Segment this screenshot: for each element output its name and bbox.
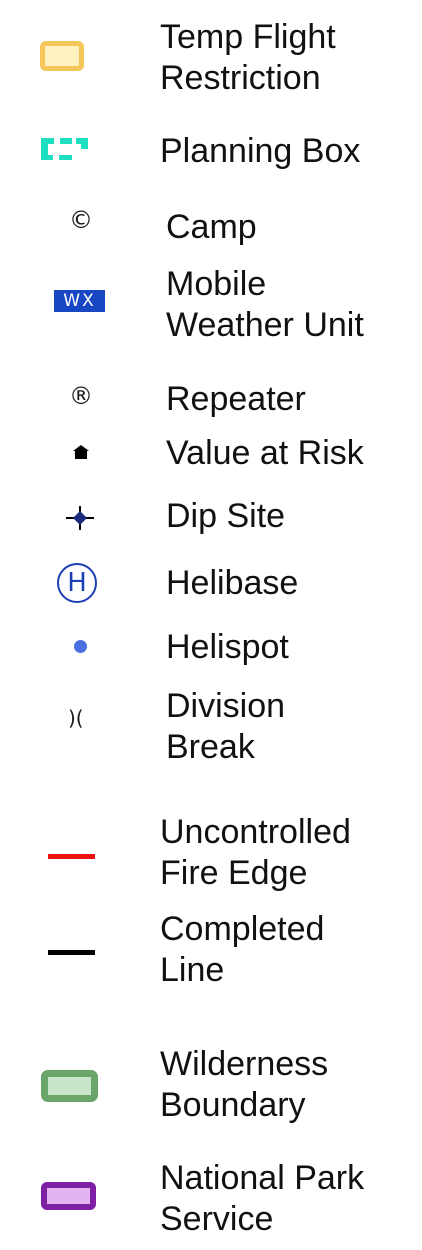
legend-label-temp-flight-restriction: Temp Flight Restriction <box>160 18 336 97</box>
legend-label-planning-box: Planning Box <box>160 132 361 170</box>
circled-h-letter: H <box>67 568 87 598</box>
legend-label-completed-line: Completed Line <box>160 910 325 989</box>
legend-label-mobile-weather-unit: Mobile Weather Unit <box>166 265 364 344</box>
house-icon <box>73 445 89 459</box>
legend-label-division-break: Division Break <box>166 687 286 766</box>
black-line-icon <box>48 950 95 955</box>
registered-r-icon: ® <box>69 382 93 410</box>
copyright-c-icon: © <box>69 206 93 234</box>
legend-label-camp: Camp <box>166 208 257 246</box>
legend-label-helibase: Helibase <box>166 564 299 602</box>
legend-label-dip-site: Dip Site <box>166 497 286 535</box>
parens-icon: )( <box>68 706 84 730</box>
legend-label-value-at-risk: Value at Risk <box>166 434 364 472</box>
legend-label-helispot: Helispot <box>166 628 289 666</box>
legend-label-national-park-service: National Park Service <box>160 1159 365 1238</box>
legend-label-uncontrolled-fire-edge: Uncontrolled Fire Edge <box>160 813 351 892</box>
red-line-icon <box>48 854 95 859</box>
legend-label-wilderness-boundary: Wilderness Boundary <box>160 1045 329 1124</box>
crosshair-diamond-icon <box>66 506 94 530</box>
legend-label-repeater: Repeater <box>166 380 306 418</box>
dot-icon <box>74 640 87 653</box>
rounded-box-icon <box>41 1182 96 1210</box>
rounded-box-icon <box>41 1070 98 1102</box>
wx-badge-text: WX <box>63 291 96 311</box>
rounded-box-icon <box>40 41 84 71</box>
dashed-box-icon <box>41 138 88 160</box>
